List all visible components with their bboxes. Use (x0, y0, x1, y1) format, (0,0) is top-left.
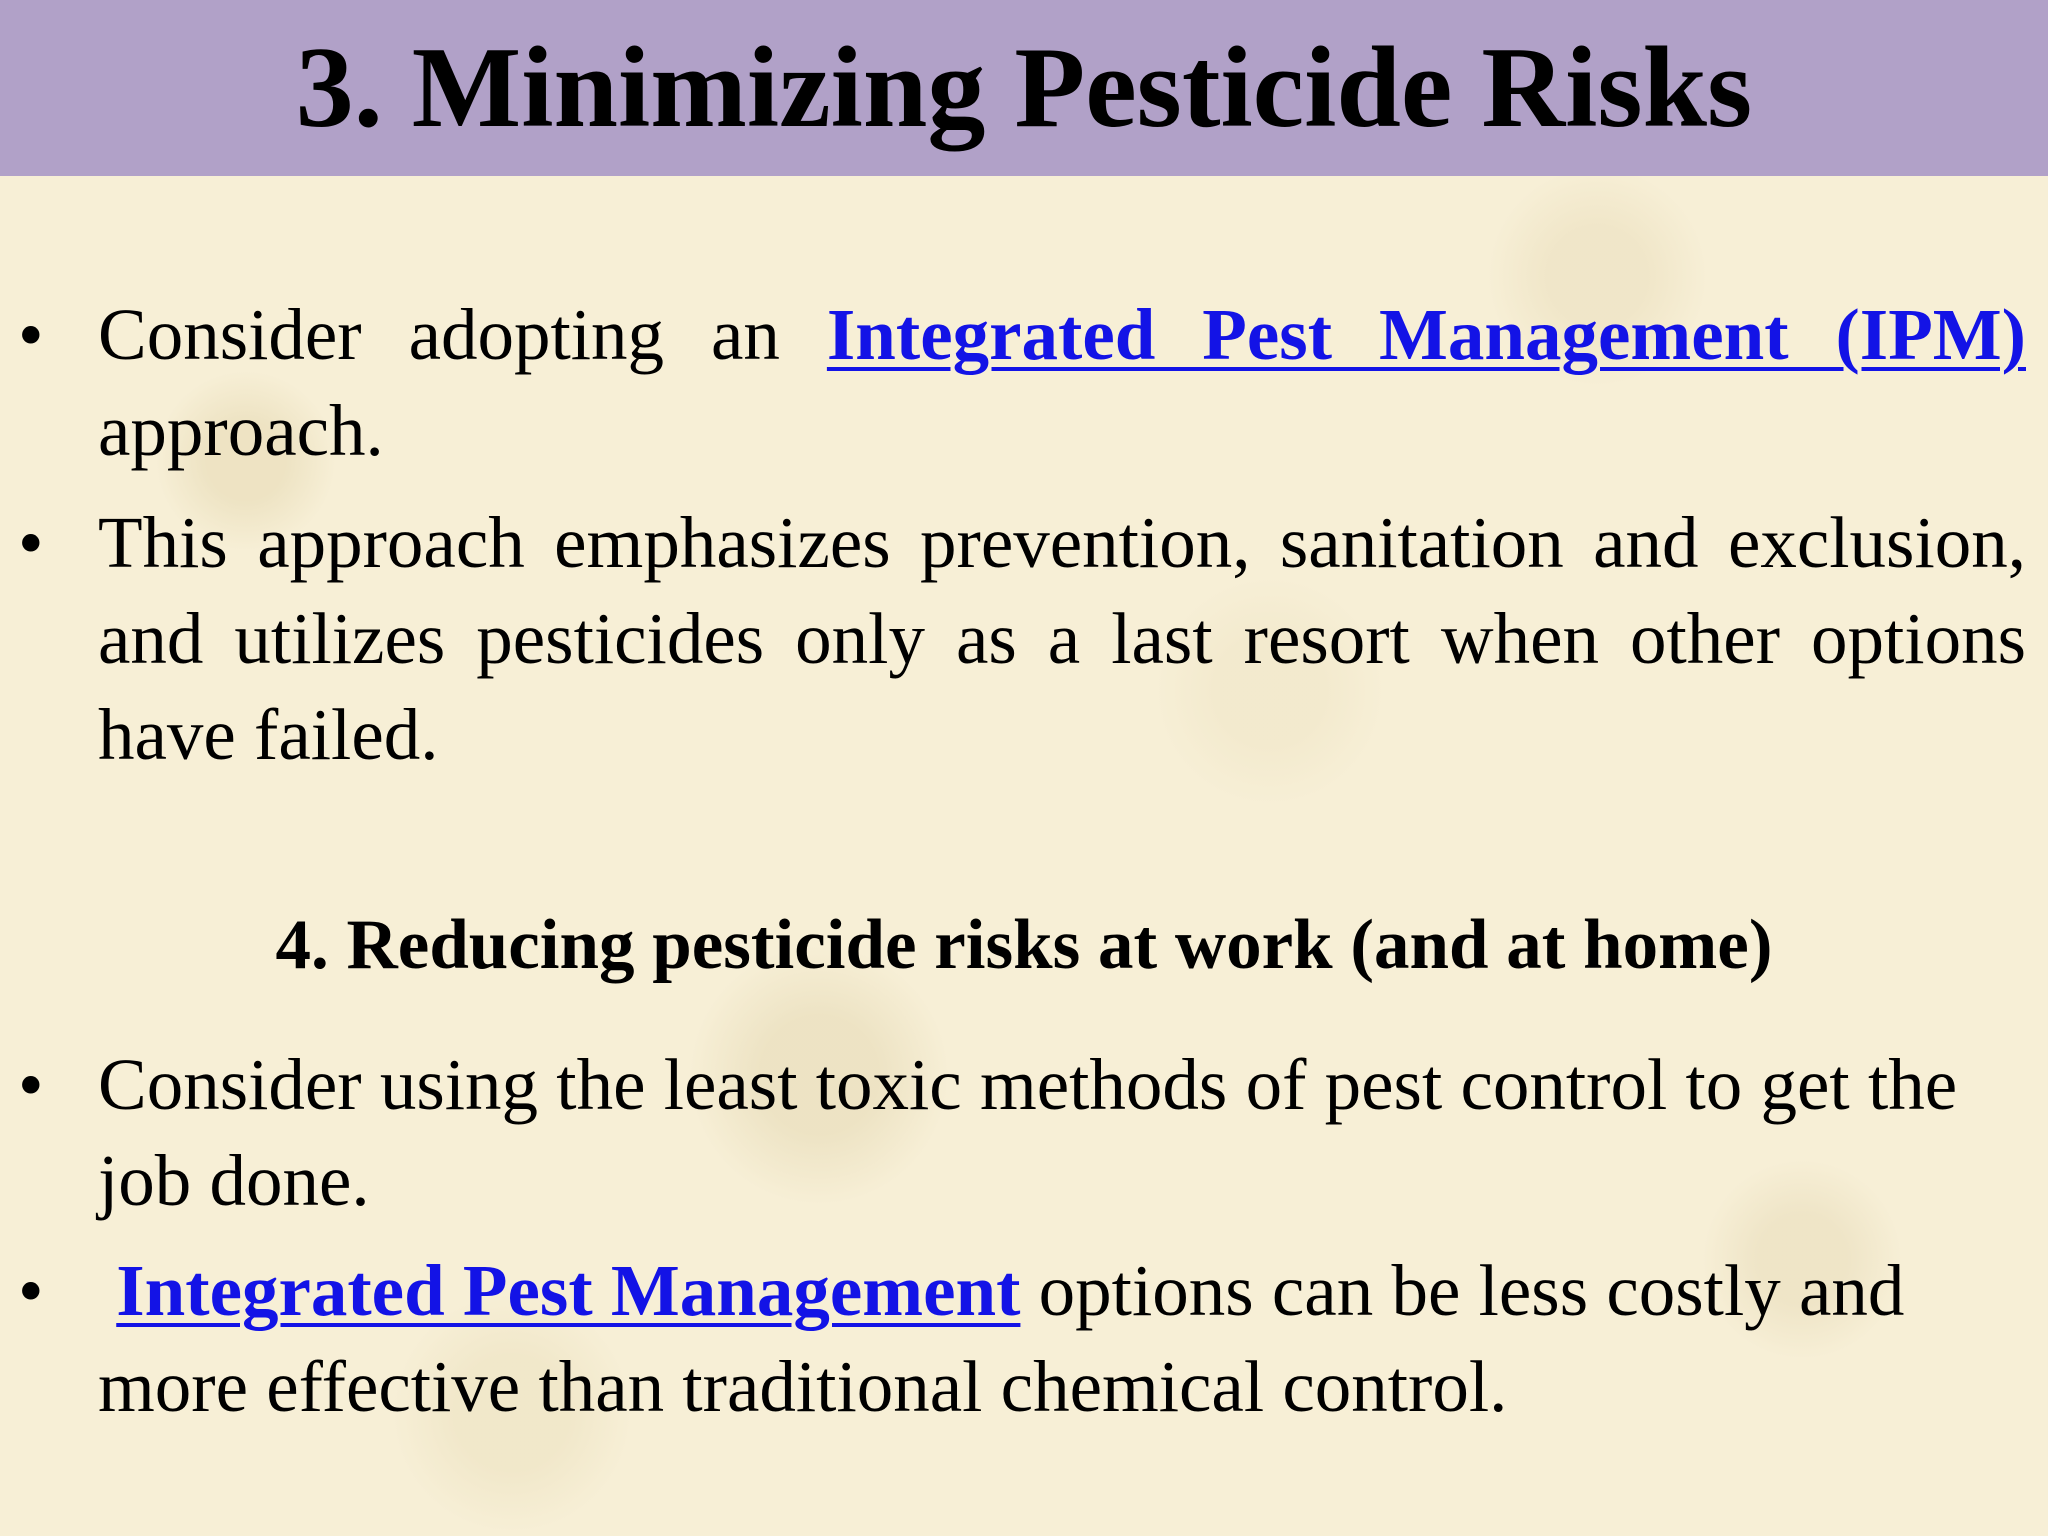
bullet-text-after: approach. (98, 390, 384, 471)
bullet-dot-icon: • (18, 1044, 44, 1125)
bullet-ipm-options: • Integrated Pest Management options can… (18, 1243, 2010, 1435)
bullet-dot-icon: • (18, 294, 44, 375)
bullet-ipm-approach: • This approach emphasizes prevention, sa… (18, 495, 2026, 783)
slide-title: 3. Minimizing Pesticide Risks (295, 24, 1753, 152)
ipm-options-link[interactable]: Integrated Pest Management (116, 1250, 1020, 1331)
bullet-text: Consider using the least toxic methods o… (98, 1044, 1958, 1221)
title-bar: 3. Minimizing Pesticide Risks (0, 0, 2048, 176)
bullet-text: This approach emphasizes prevention, san… (98, 502, 2026, 775)
bullet-dot-icon: • (18, 1250, 44, 1331)
bullet-dot-icon: • (18, 502, 44, 583)
bullet-ipm-adoption: • Consider adopting an Integrated Pest Ma… (18, 287, 2026, 479)
section-subheading: 4. Reducing pesticide risks at work (and… (275, 906, 1773, 984)
bullet-least-toxic: • Consider using the least toxic methods … (18, 1037, 2010, 1229)
ipm-link[interactable]: Integrated Pest Management (IPM) (827, 294, 2026, 375)
bullet-text-before: Consider adopting an (98, 294, 827, 375)
